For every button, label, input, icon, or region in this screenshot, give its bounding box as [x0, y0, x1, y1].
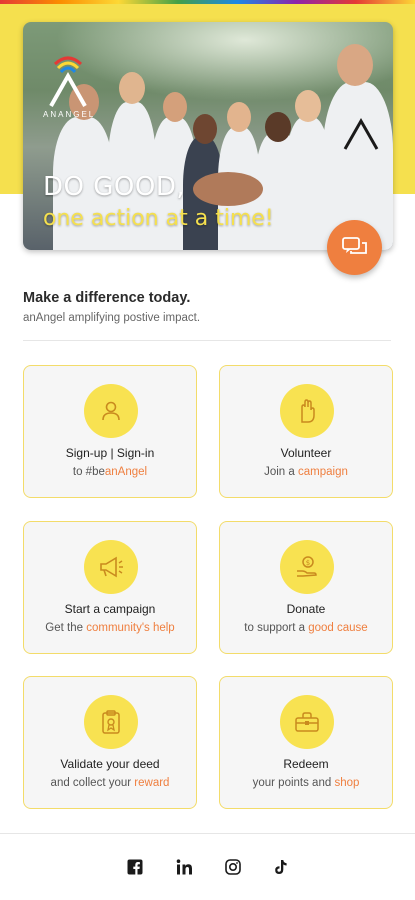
card-title: Sign-up | Sign-in — [65, 446, 155, 460]
hero-subheadline: one action at a time! — [43, 206, 274, 231]
tiktok-icon — [275, 860, 287, 874]
card-subtitle: your points and shop — [252, 777, 360, 789]
donate-card[interactable]: $ Donate to support a good cause — [219, 521, 393, 654]
shirt-logo-icon — [343, 117, 379, 150]
card-icon-circle: $ — [280, 540, 334, 594]
facebook-icon — [127, 859, 143, 875]
instagram-link[interactable] — [224, 858, 242, 876]
divider — [23, 340, 391, 341]
chat-bubbles-icon — [341, 236, 367, 254]
chat-button[interactable] — [327, 220, 382, 275]
clipboard-icon — [102, 710, 120, 734]
start-campaign-card[interactable]: Start a campaign Get the community's hel… — [23, 521, 197, 654]
card-highlight: reward — [134, 777, 170, 789]
card-highlight: good cause — [308, 622, 368, 634]
hero-person-head — [227, 102, 251, 132]
card-icon-circle — [84, 384, 138, 438]
card-icon-circle — [84, 540, 138, 594]
logo-text: ANANGEL — [43, 110, 96, 119]
card-subtitle: to support a good cause — [244, 622, 368, 634]
donate-hand-icon: $ — [297, 556, 317, 577]
linkedin-icon — [176, 859, 192, 875]
validate-deed-card[interactable]: Validate your deed and collect your rewa… — [23, 676, 197, 809]
card-icon-circle — [280, 384, 334, 438]
card-highlight: shop — [334, 777, 360, 789]
instagram-icon — [225, 859, 241, 875]
linkedin-link[interactable] — [175, 858, 193, 876]
card-title: Donate — [286, 602, 326, 616]
svg-text:$: $ — [306, 559, 310, 567]
hero-banner: ANANGEL DO GOOD, one action at a time! — [23, 22, 393, 250]
card-subtitle: and collect your reward — [50, 777, 170, 789]
card-title: Volunteer — [280, 446, 332, 460]
facebook-link[interactable] — [126, 858, 144, 876]
intro-subtitle: anAngel amplifying postive impact. — [23, 312, 201, 324]
redeem-card[interactable]: Redeem your points and shop — [219, 676, 393, 809]
stacked-hands — [193, 172, 263, 206]
tiktok-link[interactable] — [272, 858, 290, 876]
card-icon-circle — [280, 695, 334, 749]
card-subtitle: to #beanAngel — [72, 466, 148, 478]
card-title: Redeem — [283, 757, 329, 771]
hero-person-head — [265, 112, 291, 142]
gift-box-icon — [295, 712, 319, 732]
hero-headline: DO GOOD, — [43, 172, 186, 202]
hero-person-head — [193, 114, 217, 144]
card-highlight: anAngel — [104, 466, 148, 478]
user-icon — [102, 401, 120, 421]
card-subtitle: Get the community's help — [45, 622, 175, 634]
raised-hand-icon — [301, 399, 315, 423]
hero-person-head — [295, 90, 321, 122]
card-subtitle: Join a campaign — [264, 466, 348, 478]
hero-person-head — [119, 72, 145, 104]
card-title: Start a campaign — [64, 602, 156, 616]
card-title: Validate your deed — [60, 757, 160, 771]
intro-title: Make a difference today. — [23, 290, 191, 306]
megaphone-icon — [100, 556, 123, 578]
card-highlight: campaign — [298, 466, 348, 478]
hero-person-head — [163, 92, 187, 122]
hero-person-head — [337, 44, 373, 86]
card-highlight: community's help — [86, 622, 175, 634]
volunteer-card[interactable]: Volunteer Join a campaign — [219, 365, 393, 498]
footer-divider — [0, 833, 415, 834]
signup-signin-card[interactable]: Sign-up | Sign-in to #beanAngel — [23, 365, 197, 498]
card-icon-circle — [84, 695, 138, 749]
